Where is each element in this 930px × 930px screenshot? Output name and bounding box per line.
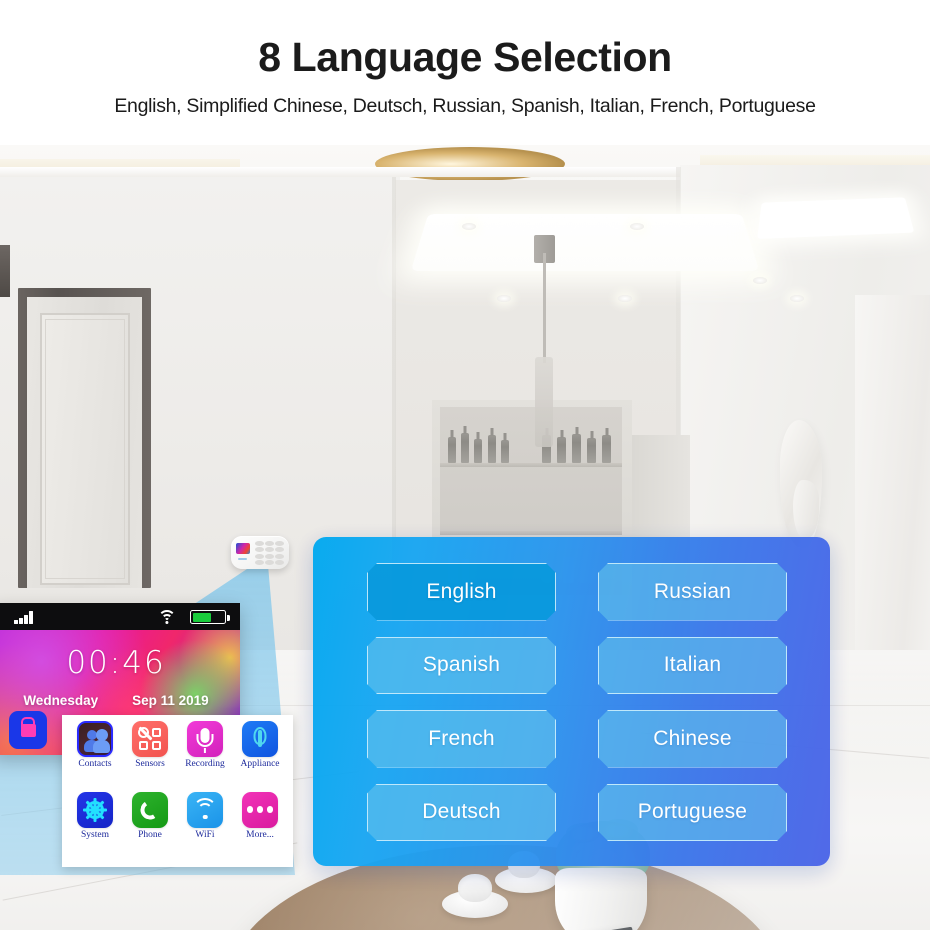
appliance-icon (242, 721, 278, 757)
bottle (587, 438, 596, 463)
header: 8 Language Selection English, Simplified… (0, 0, 930, 145)
bar-shelf (440, 531, 622, 535)
bottle (501, 440, 509, 463)
lock-icon[interactable] (9, 711, 47, 749)
keypad-key[interactable] (265, 541, 274, 546)
keypad-key[interactable] (265, 560, 274, 565)
keypad-key[interactable] (265, 553, 274, 559)
keypad-key[interactable] (255, 553, 264, 559)
tablet-date: Sep 11 2019 (132, 693, 209, 708)
page-subtitle: English, Simplified Chinese, Deutsch, Ru… (114, 95, 816, 117)
language-button-english[interactable]: English (367, 563, 556, 621)
battery-icon (190, 610, 230, 624)
phone-icon (132, 791, 168, 828)
tablet-status-bar (0, 603, 240, 630)
sensors-icon (132, 721, 168, 757)
app-item-system[interactable]: System (68, 791, 122, 862)
language-button-french[interactable]: French (367, 710, 556, 768)
language-button-spanish[interactable]: Spanish (367, 637, 556, 695)
coffee-cup (458, 874, 492, 902)
app-item-appliance[interactable]: Appliance (233, 721, 287, 791)
bottle (602, 435, 611, 463)
ceiling-panel-light (410, 214, 760, 271)
language-button-chinese[interactable]: Chinese (598, 710, 787, 768)
app-label: Recording (185, 759, 225, 769)
keypad-key[interactable] (275, 560, 284, 565)
language-button-portuguese[interactable]: Portuguese (598, 784, 787, 842)
app-label: WiFi (195, 829, 215, 840)
system-gear-icon (77, 791, 113, 828)
app-item-sensors[interactable]: Sensors (123, 721, 177, 791)
keypad-screen-icon (236, 543, 250, 554)
downlight (753, 277, 767, 284)
language-button-russian[interactable]: Russian (598, 563, 787, 621)
app-item-recording[interactable]: Recording (178, 721, 232, 791)
wifi-icon (187, 791, 223, 828)
bottle (461, 433, 469, 463)
recording-icon (187, 721, 223, 757)
keypad-key[interactable] (275, 541, 284, 546)
app-item-more[interactable]: More... (233, 791, 287, 862)
language-selection-panel: English Russian Spanish Italian French C… (313, 537, 830, 866)
battery-fill (192, 612, 212, 622)
bottle (448, 437, 456, 463)
app-item-wifi[interactable]: WiFi (178, 791, 232, 862)
app-label: More... (246, 829, 274, 840)
app-label: Contacts (78, 759, 112, 769)
downlight (630, 223, 644, 230)
keypad-key[interactable] (265, 547, 274, 553)
bottle (474, 439, 482, 463)
language-button-italian[interactable]: Italian (598, 637, 787, 695)
lock-glyph (20, 723, 36, 737)
keypad-key[interactable] (255, 560, 264, 565)
tablet-clock: 00:46 (66, 645, 166, 681)
app-label: System (81, 829, 109, 840)
app-item-contacts[interactable]: Contacts (68, 721, 122, 791)
bar-cabinet-back (440, 407, 622, 535)
bottle (557, 437, 566, 463)
ceiling-panel-light-right (757, 197, 915, 239)
signal-bars-icon (14, 611, 36, 624)
app-item-phone[interactable]: Phone (123, 791, 177, 862)
keypad-key[interactable] (255, 547, 264, 553)
wall-art-left (0, 245, 10, 297)
more-dots-icon (242, 791, 278, 828)
language-grid: English Russian Spanish Italian French C… (367, 563, 787, 841)
keypad-keys[interactable] (255, 541, 284, 565)
keypad-key[interactable] (255, 541, 264, 546)
alarm-keypad-device[interactable] (231, 536, 289, 569)
app-label: Phone (138, 829, 162, 840)
app-label: Appliance (240, 759, 280, 769)
app-launcher-panel[interactable]: Contacts Sensors Recording Appliance Sys… (62, 715, 293, 867)
keypad-key[interactable] (275, 553, 284, 559)
downlight (790, 295, 804, 302)
tablet-weekday: Wednesday (23, 693, 99, 708)
bar-shelf (440, 463, 622, 467)
downlight (462, 223, 476, 230)
language-button-deutsch[interactable]: Deutsch (367, 784, 556, 842)
page-title: 8 Language Selection (258, 34, 672, 80)
keypad-led-icon (238, 558, 247, 560)
planter-pot (555, 868, 647, 930)
door-inset-inner (45, 319, 125, 579)
app-label: Sensors (135, 759, 165, 769)
downlight (497, 295, 511, 302)
bottle (572, 434, 581, 463)
pendant-rod (543, 253, 546, 363)
app-grid: Contacts Sensors Recording Appliance Sys… (68, 721, 287, 861)
bottle (488, 435, 496, 463)
tablet-date-row: Wednesday Sep 11 2019 (0, 693, 240, 708)
page-root: 8 Language Selection English, Simplified… (0, 0, 930, 930)
downlight (618, 295, 632, 302)
contacts-icon (77, 721, 113, 757)
room-photo: 00:46 Wednesday Sep 11 2019 Contacts Sen… (0, 145, 930, 930)
keypad-key[interactable] (275, 547, 284, 553)
sculpture-detail (793, 480, 819, 538)
wifi-icon (157, 609, 176, 624)
pendant-shade (535, 357, 553, 447)
